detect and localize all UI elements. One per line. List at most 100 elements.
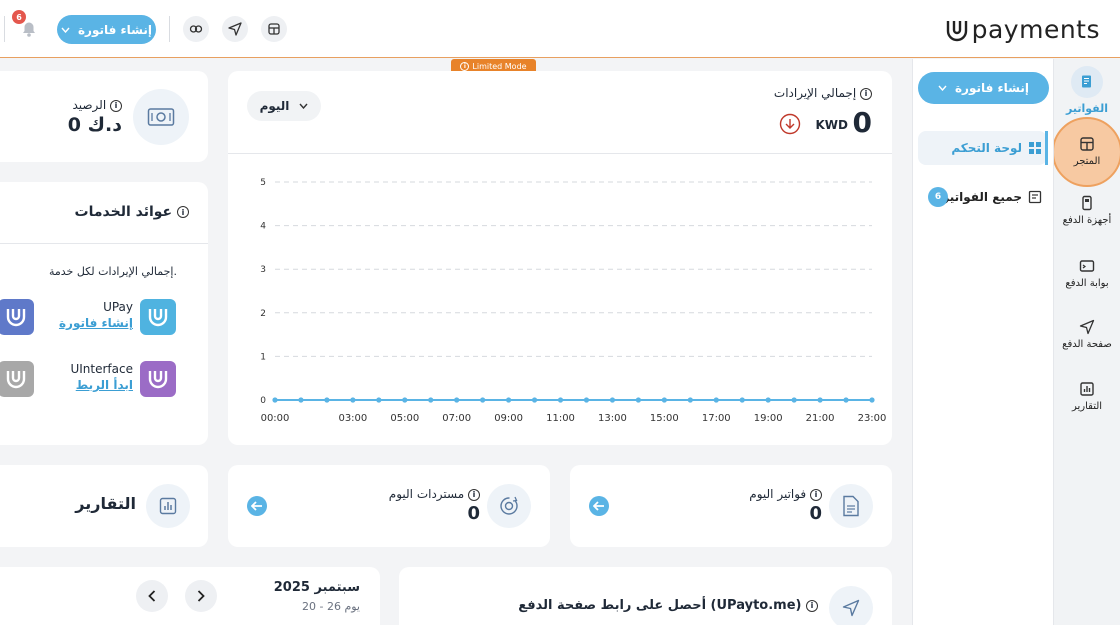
- services-title-text: عوائد الخدمات: [74, 204, 173, 220]
- data-point: [817, 397, 823, 403]
- rail-item-invoices[interactable]: الفواتير: [1054, 66, 1120, 115]
- divider: [0, 243, 208, 244]
- x-tick-label: 21:00: [806, 413, 835, 424]
- x-tick-label: 13:00: [598, 413, 627, 424]
- data-point: [687, 397, 693, 403]
- info-icon[interactable]: i: [110, 99, 122, 112]
- x-tick-label: 15:00: [650, 413, 679, 424]
- data-point: [298, 397, 304, 403]
- pos-device-icon: [1082, 195, 1092, 211]
- data-point: [791, 397, 797, 403]
- y-tick-label: 1: [260, 352, 266, 362]
- y-tick-label: 5: [260, 178, 266, 188]
- reports-icon: [1080, 382, 1094, 396]
- y-tick-label: 0: [260, 396, 266, 406]
- period-dropdown[interactable]: اليوم: [247, 91, 321, 121]
- data-point: [869, 397, 875, 403]
- notification-badge: 6: [12, 10, 26, 24]
- info-icon[interactable]: i: [468, 488, 480, 501]
- payto-card: [399, 567, 892, 625]
- nav-item-dashboard[interactable]: لوحة التحكم: [918, 131, 1042, 165]
- revenue-currency: KWD: [815, 118, 849, 132]
- today-refunds-arrow-button[interactable]: [247, 496, 267, 516]
- revenue-title-label: إجمالي الإيرادات: [773, 86, 857, 100]
- payto-title[interactable]: أحصل على رابط صفحة الدفع (UPayto.me) i: [518, 598, 818, 613]
- data-point: [350, 397, 356, 403]
- upay-create-invoice-link[interactable]: إنشاء فاتورة: [59, 316, 133, 330]
- services-subtitle: إجمالي الإيرادات لكل خدمة.: [48, 265, 177, 278]
- divider: [4, 16, 5, 42]
- limited-mode-label: Limited Mode: [472, 62, 527, 71]
- x-tick-label: 05:00: [390, 413, 419, 424]
- data-point: [402, 397, 408, 403]
- send-icon[interactable]: [222, 16, 248, 42]
- data-point: [324, 397, 330, 403]
- data-point: [531, 397, 538, 403]
- u-logo-icon: [148, 371, 168, 389]
- data-point: [661, 397, 667, 403]
- u-logo-icon: [6, 371, 26, 389]
- x-tick-label: 11:00: [546, 413, 575, 424]
- u-logo-icon: [6, 309, 26, 327]
- chevron-down-icon: [299, 103, 308, 109]
- data-point: [506, 397, 512, 403]
- next-week-button[interactable]: [185, 580, 217, 612]
- arrow-left-icon: [251, 501, 262, 511]
- prev-week-button[interactable]: [136, 580, 168, 612]
- rail-item-payment-gateway[interactable]: بوابة الدفع: [1054, 258, 1120, 289]
- logo: payments: [944, 12, 1100, 46]
- x-tick-label: 07:00: [442, 413, 471, 424]
- data-point: [272, 397, 278, 403]
- data-point: [843, 397, 849, 403]
- x-tick-label: 09:00: [494, 413, 523, 424]
- data-point: [428, 397, 434, 403]
- rail-item-label: التقارير: [1071, 401, 1103, 412]
- x-tick-label: 00:00: [261, 413, 290, 424]
- rail-item-reports[interactable]: التقارير: [1054, 381, 1120, 412]
- panel-create-invoice-button[interactable]: إنشاء فاتورة: [918, 72, 1049, 104]
- x-tick-label: 19:00: [754, 413, 783, 424]
- info-icon[interactable]: i: [860, 87, 872, 100]
- chevron-down-icon: [61, 27, 70, 33]
- chevron-left-icon: [148, 590, 156, 602]
- data-point: [557, 397, 564, 403]
- today-invoices-label: فواتير اليوم i: [749, 487, 822, 501]
- info-icon: i: [460, 62, 470, 71]
- uinterface-start-link[interactable]: ابدأ الربط: [76, 378, 133, 392]
- link-icon[interactable]: [183, 16, 209, 42]
- data-point: [765, 397, 771, 403]
- u-logo-icon: [148, 309, 168, 327]
- info-icon[interactable]: i: [806, 599, 818, 612]
- data-point: [583, 397, 590, 403]
- rail-item-payment-page[interactable]: صفحة الدفع: [1054, 319, 1120, 350]
- calendar-month: سبتمبر 2025: [273, 580, 360, 595]
- rail-item-pos-devices[interactable]: أجهزة الدفع: [1054, 195, 1120, 226]
- today-invoices-icon-wrap: [829, 484, 873, 528]
- rail-item-label: بوابة الدفع: [1065, 278, 1109, 289]
- balance-value: 0 د.ك: [67, 114, 122, 136]
- info-icon[interactable]: i: [810, 488, 822, 501]
- service-logo: [0, 299, 34, 335]
- calendar-range: 20 - 26 يوم: [301, 600, 360, 613]
- info-icon[interactable]: i: [177, 206, 189, 218]
- create-invoice-button[interactable]: إنشاء فاتورة: [57, 15, 156, 44]
- data-point: [480, 397, 486, 403]
- send-icon: [1079, 319, 1095, 335]
- today-invoices-arrow-button[interactable]: [589, 496, 609, 516]
- banknote-icon: [147, 108, 175, 126]
- rail-item-store[interactable]: المتجر: [1054, 136, 1120, 167]
- divider: [169, 16, 170, 42]
- store-icon: [1080, 137, 1094, 151]
- reports-icon: [159, 497, 177, 515]
- chevron-right-icon: [197, 590, 205, 602]
- store-icon[interactable]: [261, 16, 287, 42]
- balance-label: الرصيد i: [72, 98, 122, 112]
- chevron-down-icon: [938, 85, 947, 91]
- service-logo: [0, 361, 34, 397]
- payment-gateway-icon: [1079, 260, 1095, 272]
- today-refunds-icon-wrap: [487, 484, 531, 528]
- top-bar: payments إنشاء فاتورة 6: [0, 0, 1120, 58]
- rail-item-label: أجهزة الدفع: [1062, 215, 1112, 226]
- x-tick-label: 03:00: [338, 413, 367, 424]
- rail-item-label: الفواتير: [1066, 102, 1108, 115]
